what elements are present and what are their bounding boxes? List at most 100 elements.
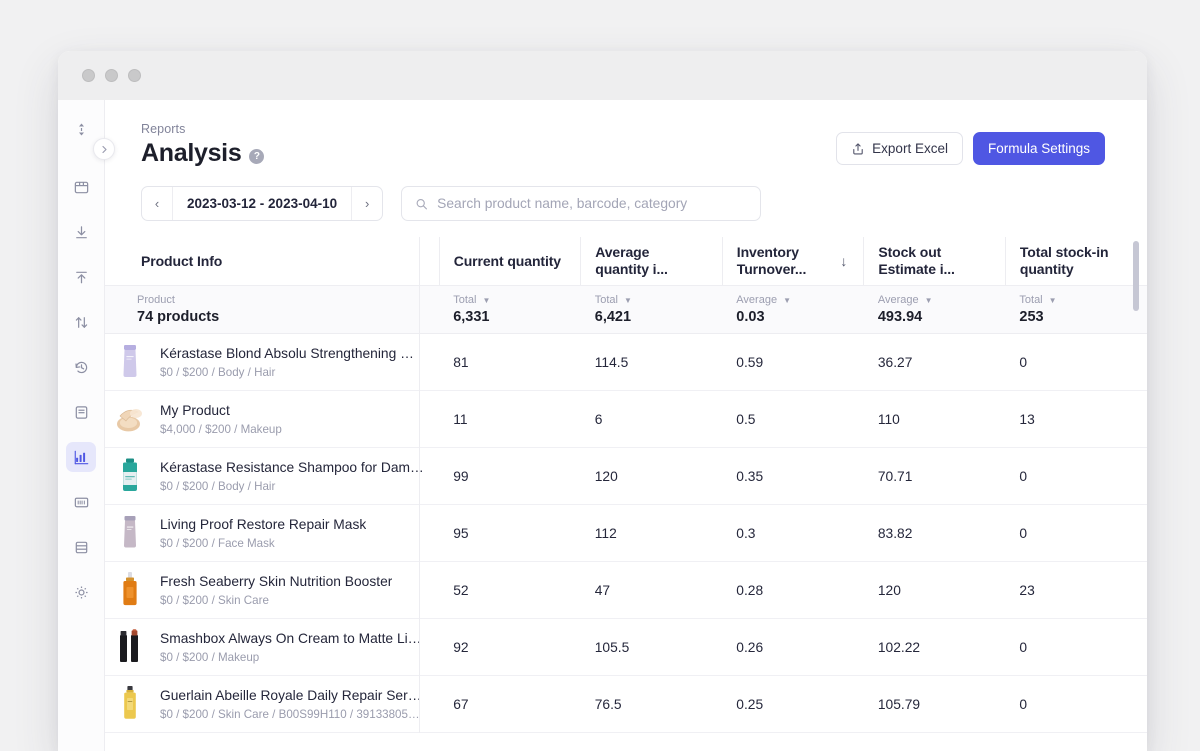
main-content: Reports Analysis ? Export Excel: [105, 100, 1147, 751]
bar-chart-icon: [73, 449, 90, 466]
sidebar-expand-button[interactable]: [93, 138, 115, 160]
chevron-down-icon[interactable]: ▼: [1049, 294, 1057, 307]
cell-value: 70.71: [864, 469, 1006, 484]
cell-value: 0: [1005, 526, 1147, 541]
sidebar-item-orders[interactable]: [66, 397, 96, 427]
sidebar-item-inbox[interactable]: [66, 172, 96, 202]
table-row[interactable]: Guerlain Abeille Royale Daily Repair Ser…: [105, 676, 1147, 733]
analysis-table: Product Info Current quantity Averag: [105, 237, 1147, 733]
cell-current-quantity: 99: [439, 448, 581, 505]
sort-descending-icon[interactable]: ↓: [840, 253, 847, 269]
search-input[interactable]: [437, 196, 747, 211]
formula-settings-button[interactable]: Formula Settings: [973, 132, 1105, 165]
product-name: Guerlain Abeille Royale Daily Repair Ser…: [160, 687, 422, 705]
summary-agg-text: Total: [1019, 294, 1042, 307]
table-row[interactable]: Smashbox Always On Cream to Matte Li…$0 …: [105, 619, 1147, 676]
export-excel-button[interactable]: Export Excel: [836, 132, 963, 165]
sidebar-item-settings[interactable]: [66, 577, 96, 607]
app-body: Reports Analysis ? Export Excel: [58, 100, 1147, 751]
table-row[interactable]: Kérastase Resistance Shampoo for Dam…$0 …: [105, 448, 1147, 505]
sidebar-item-stock-out[interactable]: [66, 262, 96, 292]
sidebar-item-barcode[interactable]: [66, 487, 96, 517]
table-header: Product Info Current quantity Averag: [105, 237, 1147, 286]
summary-value: 0.03: [736, 308, 864, 326]
summary-cell-average-quantity[interactable]: Total▼ 6,421: [581, 286, 723, 334]
cell-product-info[interactable]: Guerlain Abeille Royale Daily Repair Ser…: [105, 676, 439, 733]
product-name: Kérastase Blond Absolu Strengthening …: [160, 345, 414, 363]
chevron-down-icon[interactable]: ▼: [925, 294, 933, 307]
cell-value: 81: [439, 355, 581, 370]
clipboard-icon: [73, 404, 90, 421]
cell-value: 36.27: [864, 355, 1006, 370]
product-thumbnail-lipsticks: [117, 628, 143, 666]
minimize-button[interactable]: [105, 69, 118, 82]
close-button[interactable]: [82, 69, 95, 82]
sort-vertical-icon: [73, 121, 90, 138]
column-header-current-quantity[interactable]: Current quantity: [439, 237, 581, 286]
date-range-picker[interactable]: ‹ 2023-03-12 - 2023-04-10 ›: [141, 186, 383, 221]
cell-product-info[interactable]: Living Proof Restore Repair Mask$0 / $20…: [105, 505, 439, 562]
summary-cell-current-quantity[interactable]: Total ▼ 6,331: [439, 286, 581, 334]
product-meta: $0 / $200 / Skin Care: [160, 594, 392, 608]
cell-product-info[interactable]: Kérastase Resistance Shampoo for Dam…$0 …: [105, 448, 439, 505]
column-header-inventory-turnover[interactable]: Inventory Turnover... ↓: [722, 237, 864, 286]
product-meta: $0 / $200 / Body / Hair: [160, 366, 414, 380]
product-meta: $0 / $200 / Body / Hair: [160, 480, 424, 494]
product-thumbnail: [113, 456, 147, 496]
cell-stock-out-estimate: 120: [864, 562, 1006, 619]
chevron-down-icon[interactable]: ▼: [624, 294, 632, 307]
cell-value: 52: [439, 583, 581, 598]
product-thumbnail-compact: [114, 405, 146, 433]
breadcrumb[interactable]: Reports: [141, 122, 264, 136]
cell-product-info[interactable]: Smashbox Always On Cream to Matte Li…$0 …: [105, 619, 439, 676]
column-header-total-stock-in[interactable]: Total stock-in quantity: [1005, 237, 1147, 286]
table-row[interactable]: Living Proof Restore Repair Mask$0 / $20…: [105, 505, 1147, 562]
summary-cell-product[interactable]: Product 74 products: [105, 286, 439, 334]
cell-stock-out-estimate: 36.27: [864, 334, 1006, 391]
summary-value: 6,331: [453, 308, 581, 326]
cell-stock-out-estimate: 83.82: [864, 505, 1006, 562]
sidebar-item-history[interactable]: [66, 352, 96, 382]
summary-cell-inventory-turnover[interactable]: Average▼ 0.03: [722, 286, 864, 334]
sidebar-item-stock-in[interactable]: [66, 217, 96, 247]
column-header-stock-out-estimate[interactable]: Stock out Estimate i...: [864, 237, 1006, 286]
chevron-down-icon[interactable]: ▼: [482, 294, 490, 307]
cell-inventory-turnover: 0.5: [722, 391, 864, 448]
chevron-down-icon[interactable]: ▼: [783, 294, 791, 307]
summary-cell-total-stock-in[interactable]: Total▼ 253: [1005, 286, 1147, 334]
sidebar-item-data[interactable]: [66, 532, 96, 562]
sidebar-item-sort[interactable]: [66, 114, 96, 144]
column-header-product-info[interactable]: Product Info: [105, 237, 439, 286]
summary-agg-label: Total ▼: [1019, 294, 1147, 307]
cell-inventory-turnover: 0.26: [722, 619, 864, 676]
sidebar-item-analysis[interactable]: [66, 442, 96, 472]
summary-row: Product 74 products Total ▼ 6,331: [105, 286, 1147, 334]
cell-value: 99: [439, 469, 581, 484]
cell-product-info[interactable]: Kérastase Blond Absolu Strengthening … $0…: [105, 334, 439, 391]
help-icon[interactable]: ?: [249, 149, 264, 164]
maximize-button[interactable]: [128, 69, 141, 82]
table-header-row: Product Info Current quantity Averag: [105, 237, 1147, 286]
product-meta: $0 / $200 / Face Mask: [160, 537, 366, 551]
table-row[interactable]: Kérastase Blond Absolu Strengthening … $0…: [105, 334, 1147, 391]
cell-value: 112: [581, 526, 723, 541]
cell-value: 0.26: [722, 640, 864, 655]
date-next-button[interactable]: ›: [351, 187, 382, 220]
summary-cell-stock-out-estimate[interactable]: Average▼ 493.94: [864, 286, 1006, 334]
table-row[interactable]: My Product$4,000 / $200 / Makeup1160.511…: [105, 391, 1147, 448]
cell-product-info[interactable]: My Product$4,000 / $200 / Makeup: [105, 391, 439, 448]
sidebar-item-transfer[interactable]: [66, 307, 96, 337]
summary-agg-text: Total: [453, 294, 476, 307]
date-range-value[interactable]: 2023-03-12 - 2023-04-10: [173, 187, 351, 220]
column-header-average-quantity[interactable]: Average quantity i...: [581, 237, 723, 286]
table-row[interactable]: Fresh Seaberry Skin Nutrition Booster$0 …: [105, 562, 1147, 619]
search-box[interactable]: [401, 186, 761, 221]
cell-value: 102.22: [864, 640, 1006, 655]
page-title-wrap: Analysis ?: [141, 139, 264, 168]
product-thumbnail: [113, 399, 147, 439]
cell-product-info[interactable]: Fresh Seaberry Skin Nutrition Booster$0 …: [105, 562, 439, 619]
cell-current-quantity: 81: [439, 334, 581, 391]
date-prev-button[interactable]: ‹: [142, 187, 173, 220]
summary-value: 493.94: [878, 308, 1006, 326]
vertical-scrollbar[interactable]: [1133, 241, 1139, 311]
